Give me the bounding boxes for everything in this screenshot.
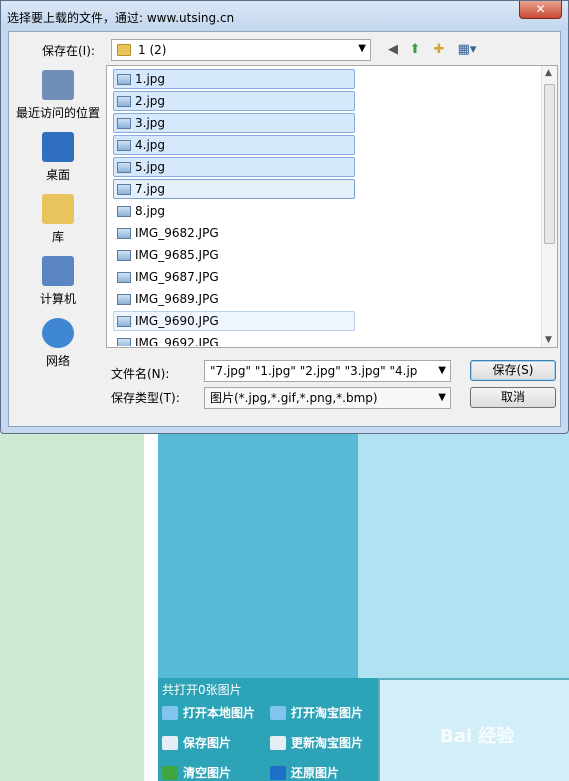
- scroll-down-icon[interactable]: ▼: [545, 335, 552, 345]
- save-in-label: 保存在(I):: [42, 44, 95, 58]
- chevron-down-icon: ▼: [358, 43, 366, 54]
- close-button[interactable]: ✕: [519, 1, 562, 19]
- background-right-area: [358, 432, 569, 678]
- list-item[interactable]: IMG_9692.JPG: [113, 333, 355, 347]
- update-icon: [270, 735, 286, 750]
- file-list[interactable]: 1.jpg 2.jpg 3.jpg 4.jpg 5.jpg 7.jpg 8.jp…: [106, 65, 558, 348]
- new-folder-icon[interactable]: ✚: [430, 41, 448, 59]
- recent-places-icon: [42, 70, 74, 100]
- image-file-icon: [117, 140, 131, 151]
- background-left-panel: [0, 432, 144, 781]
- list-item[interactable]: 8.jpg: [113, 201, 355, 221]
- file-type-dropdown[interactable]: 图片(*.jpg,*.gif,*.png,*.bmp) ▼: [204, 387, 451, 409]
- scroll-up-icon[interactable]: ▲: [545, 68, 552, 78]
- recycle-bin-icon: [162, 765, 178, 780]
- close-icon: ✕: [535, 2, 546, 16]
- desktop-icon: [42, 132, 74, 162]
- scrollbar-thumb[interactable]: [544, 84, 555, 244]
- background-image-area: [158, 432, 358, 678]
- image-file-icon: [117, 272, 131, 283]
- open-local-image-button[interactable]: 打开本地图片: [162, 704, 255, 721]
- list-item[interactable]: 7.jpg: [113, 179, 355, 199]
- image-file-icon: [117, 228, 131, 239]
- open-taobao-image-button[interactable]: 打开淘宝图片: [270, 704, 363, 721]
- save-in-value: 1 (2): [138, 43, 167, 57]
- image-file-icon: [117, 74, 131, 85]
- list-item[interactable]: 5.jpg: [113, 157, 355, 177]
- folder-icon: [270, 705, 286, 720]
- folder-icon: [162, 705, 178, 720]
- restore-icon: [270, 765, 286, 780]
- image-file-icon: [117, 206, 131, 217]
- list-item[interactable]: IMG_9685.JPG: [113, 245, 355, 265]
- computer-icon: [42, 256, 74, 286]
- image-file-icon: [117, 338, 131, 346]
- list-item[interactable]: IMG_9682.JPG: [113, 223, 355, 243]
- clear-image-button[interactable]: 清空图片: [162, 764, 231, 781]
- view-menu-icon[interactable]: ▦▾: [454, 41, 480, 59]
- back-icon[interactable]: ◀: [384, 41, 402, 59]
- place-desktop[interactable]: 桌面: [13, 132, 103, 183]
- list-item[interactable]: 1.jpg: [113, 69, 355, 89]
- restore-image-button[interactable]: 还原图片: [270, 764, 339, 781]
- place-network[interactable]: 网络: [13, 318, 103, 369]
- place-libraries[interactable]: 库: [13, 194, 103, 245]
- list-item[interactable]: IMG_9687.JPG: [113, 267, 355, 287]
- image-file-icon: [117, 162, 131, 173]
- update-taobao-image-button[interactable]: 更新淘宝图片: [270, 734, 363, 751]
- save-in-dropdown[interactable]: 1 (2) ▼: [111, 39, 371, 61]
- folder-icon: [117, 44, 131, 56]
- image-file-icon: [117, 118, 131, 129]
- save-file-dialog: 选择要上载的文件，通过: www.utsing.cn ✕ 保存在(I): 1 (…: [0, 0, 569, 434]
- save-image-button[interactable]: 保存图片: [162, 734, 231, 751]
- libraries-icon: [42, 194, 74, 224]
- list-item[interactable]: 3.jpg: [113, 113, 355, 133]
- places-bar: 最近访问的位置 桌面 库 计算机 网络: [13, 68, 103, 368]
- up-folder-icon[interactable]: ⬆: [406, 41, 424, 59]
- watermark: Bai 经验: [440, 726, 515, 747]
- dialog-body: 保存在(I): 1 (2) ▼ ◀ ⬆ ✚ ▦▾ 最近访问的位置 桌面 库 计算…: [8, 31, 561, 427]
- save-button[interactable]: 保存(S): [470, 360, 556, 381]
- list-item[interactable]: 4.jpg: [113, 135, 355, 155]
- place-computer[interactable]: 计算机: [13, 256, 103, 307]
- dialog-title: 选择要上载的文件，通过: www.utsing.cn: [7, 11, 235, 25]
- image-file-icon: [117, 184, 131, 195]
- save-icon: [162, 735, 178, 750]
- chevron-down-icon[interactable]: ▼: [438, 361, 446, 381]
- file-type-label: 保存类型(T):: [111, 391, 180, 405]
- network-icon: [42, 318, 74, 348]
- image-tools-panel: 共打开0张图片 打开本地图片 打开淘宝图片 保存图片 更新淘宝图片 清空图片 还…: [158, 678, 378, 781]
- place-recent[interactable]: 最近访问的位置: [13, 70, 103, 121]
- image-file-icon: [117, 96, 131, 107]
- background-divider: [144, 432, 158, 781]
- list-item[interactable]: IMG_9690.JPG: [113, 311, 355, 331]
- list-item[interactable]: IMG_9689.JPG: [113, 289, 355, 309]
- image-file-icon: [117, 250, 131, 261]
- vertical-scrollbar[interactable]: ▲ ▼: [541, 66, 557, 347]
- filename-label: 文件名(N):: [111, 367, 170, 381]
- image-count-text: 共打开0张图片: [162, 683, 242, 697]
- chevron-down-icon: ▼: [438, 392, 446, 403]
- filename-input[interactable]: "7.jpg" "1.jpg" "2.jpg" "3.jpg" "4.jp ▼: [204, 360, 451, 382]
- list-item[interactable]: 2.jpg: [113, 91, 355, 111]
- image-file-icon: [117, 316, 131, 327]
- image-file-icon: [117, 294, 131, 305]
- dialog-titlebar[interactable]: 选择要上载的文件，通过: www.utsing.cn ✕: [1, 1, 568, 31]
- cancel-button[interactable]: 取消: [470, 387, 556, 408]
